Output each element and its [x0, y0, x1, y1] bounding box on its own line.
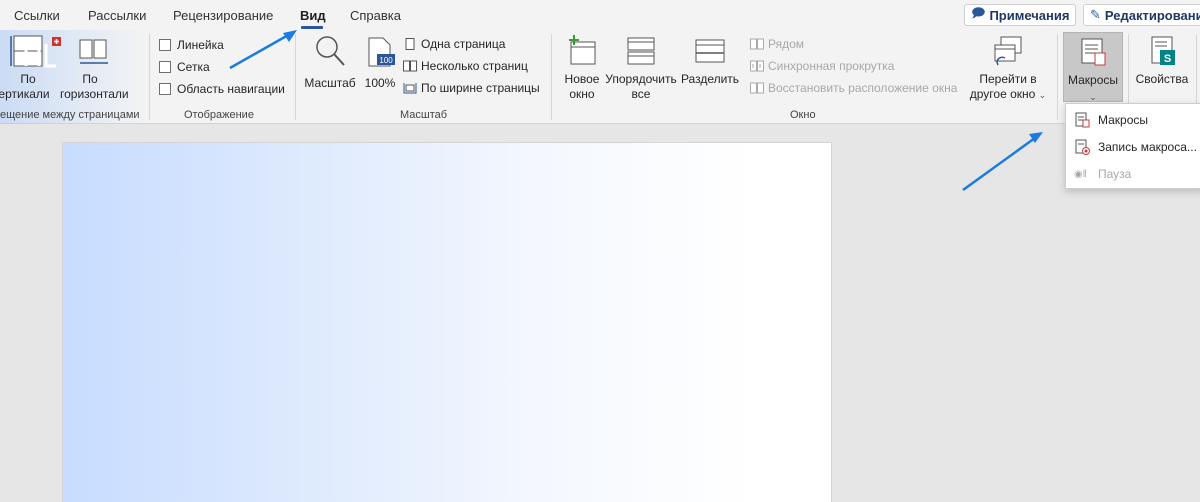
sync-scroll-button[interactable]: Синхронная прокрутка	[750, 57, 894, 75]
horizontal-label-2: горизонтали	[60, 87, 129, 101]
pause-label: Пауза	[1098, 167, 1132, 181]
tab-help[interactable]: Справка	[350, 8, 401, 23]
sharepoint-properties-icon: S	[1151, 36, 1175, 65]
page-width-label: По ширине страницы	[421, 81, 540, 95]
switch-windows-button[interactable]: Перейти в другое окно ⌄	[964, 34, 1052, 103]
group-separator	[551, 34, 552, 120]
sync-scroll-label: Синхронная прокрутка	[768, 59, 895, 73]
grid-label: Сетка	[177, 60, 210, 74]
new-window-label-1: Новое	[564, 72, 600, 86]
checkbox-icon	[159, 61, 171, 73]
comments-button[interactable]: 🗩 Примечания	[964, 4, 1076, 26]
new-window-icon	[569, 35, 596, 65]
one-page-label: Одна страница	[421, 37, 506, 51]
reset-position-button[interactable]: Восстановить расположение окна	[750, 79, 957, 97]
group-separator	[295, 34, 296, 120]
page-width-icon	[403, 83, 417, 94]
grid-checkbox[interactable]: Сетка	[159, 58, 210, 76]
reset-position-icon	[750, 82, 764, 94]
editing-button[interactable]: ✎ Редактировани	[1083, 4, 1200, 26]
chevron-down-icon: ⌄	[1038, 90, 1047, 100]
record-macro-item[interactable]: Запись макроса...	[1074, 137, 1197, 157]
hundred-icon-text: 100	[379, 56, 393, 65]
split-icon	[695, 39, 725, 63]
comment-icon: 🗩	[971, 5, 986, 20]
macros-label: Макросы	[1067, 73, 1119, 87]
horizontal-label-1: По	[82, 72, 98, 86]
editing-label: Редактировани	[1104, 7, 1200, 23]
ribbon-tabs: Ссылки Рассылки Рецензирование Вид Справ…	[0, 0, 1200, 30]
switch-windows-icon	[994, 36, 1022, 66]
record-macro-label: Запись макроса...	[1098, 140, 1197, 154]
macros-button-content: Макросы ⌄	[1064, 35, 1122, 105]
horizontal-button[interactable]: По горизонтали	[60, 34, 129, 102]
zoom-label: Масштаб	[304, 76, 356, 90]
ruler-checkbox[interactable]: Линейка	[159, 36, 224, 54]
multiple-pages-button[interactable]: Несколько страниц	[403, 57, 528, 75]
page-width-button[interactable]: По ширине страницы	[403, 79, 540, 97]
checkbox-icon	[159, 83, 171, 95]
arrange-all-label-1: Упорядочить	[605, 72, 677, 86]
horizontal-pages-icon	[79, 39, 108, 64]
nav-pane-checkbox[interactable]: Область навигации	[159, 80, 285, 98]
arrange-all-icon	[627, 37, 655, 65]
one-page-icon	[405, 38, 415, 50]
view-macros-icon	[1075, 112, 1090, 128]
switch-windows-label-2: другое окно	[969, 87, 1036, 101]
hundred-label: 100%	[364, 76, 396, 90]
side-by-side-label: Рядом	[768, 37, 805, 51]
pause-icon: ◉ǁ	[1074, 168, 1087, 180]
group-label-show: Отображение	[184, 109, 254, 121]
split-button[interactable]: Разделить	[680, 34, 740, 87]
arrow-to-macros	[962, 132, 1043, 192]
new-window-button[interactable]: Новое окно	[560, 34, 604, 102]
vertical-label-2: ертикали	[0, 87, 50, 101]
tab-mailings[interactable]: Рассылки	[88, 8, 146, 23]
macros-icon	[1081, 38, 1106, 66]
magnifier-icon	[316, 36, 345, 66]
document-page[interactable]	[62, 142, 832, 502]
switch-windows-label-1: Перейти в	[979, 72, 1037, 86]
pencil-icon: ✎	[1090, 7, 1101, 22]
macros-button[interactable]: Макросы ⌄	[1063, 32, 1123, 102]
split-label: Разделить	[680, 72, 740, 86]
vertical-label-1: По	[20, 72, 36, 86]
arrange-all-label-2: все	[631, 87, 651, 101]
view-macros-label: Макросы	[1098, 113, 1149, 127]
side-by-side-icon	[750, 38, 764, 50]
zoom-button[interactable]: Масштаб	[302, 34, 358, 91]
nav-pane-label: Область навигации	[177, 82, 285, 96]
active-tab-indicator	[301, 26, 323, 29]
tab-review[interactable]: Рецензирование	[173, 8, 273, 23]
hundred-percent-icon: 100	[368, 37, 395, 67]
pause-item[interactable]: ◉ǁ Пауза	[1074, 164, 1131, 184]
group-label-zoom: Масштаб	[400, 109, 448, 121]
multiple-pages-icon	[403, 60, 417, 72]
one-page-button[interactable]: Одна страница	[403, 35, 505, 53]
tab-references[interactable]: Ссылки	[14, 8, 60, 23]
group-label-window: Окно	[790, 109, 816, 121]
group-separator	[149, 34, 150, 120]
record-macro-icon	[1075, 139, 1090, 155]
sync-scroll-icon	[750, 60, 764, 72]
arrange-all-button[interactable]: Упорядочить все	[604, 34, 678, 102]
side-by-side-button[interactable]: Рядом	[750, 35, 804, 53]
zoom-100-button[interactable]: 100 100%	[362, 34, 398, 91]
new-window-label-2: окно	[569, 87, 595, 101]
site-logo	[24, 37, 61, 68]
ruler-label: Линейка	[177, 38, 224, 52]
reset-position-label: Восстановить расположение окна	[768, 81, 958, 95]
properties-button[interactable]: S Свойства	[1134, 34, 1190, 87]
properties-label: Свойства	[1135, 72, 1189, 86]
svg-text:S: S	[1164, 53, 1171, 65]
multiple-pages-label: Несколько страниц	[421, 59, 528, 73]
comments-label: Примечания	[989, 7, 1070, 23]
macros-dropdown: Макросы Запись макроса... ◉ǁ Пауза	[1065, 103, 1200, 189]
view-macros-item[interactable]: Макросы	[1074, 110, 1148, 130]
checkbox-icon	[159, 39, 171, 51]
tab-view[interactable]: Вид	[300, 8, 326, 23]
ribbon: По ертикали По горизонтали ещение между …	[0, 30, 1200, 124]
group-separator	[1057, 34, 1058, 120]
group-label-page-movement: ещение между страницами	[0, 109, 140, 121]
